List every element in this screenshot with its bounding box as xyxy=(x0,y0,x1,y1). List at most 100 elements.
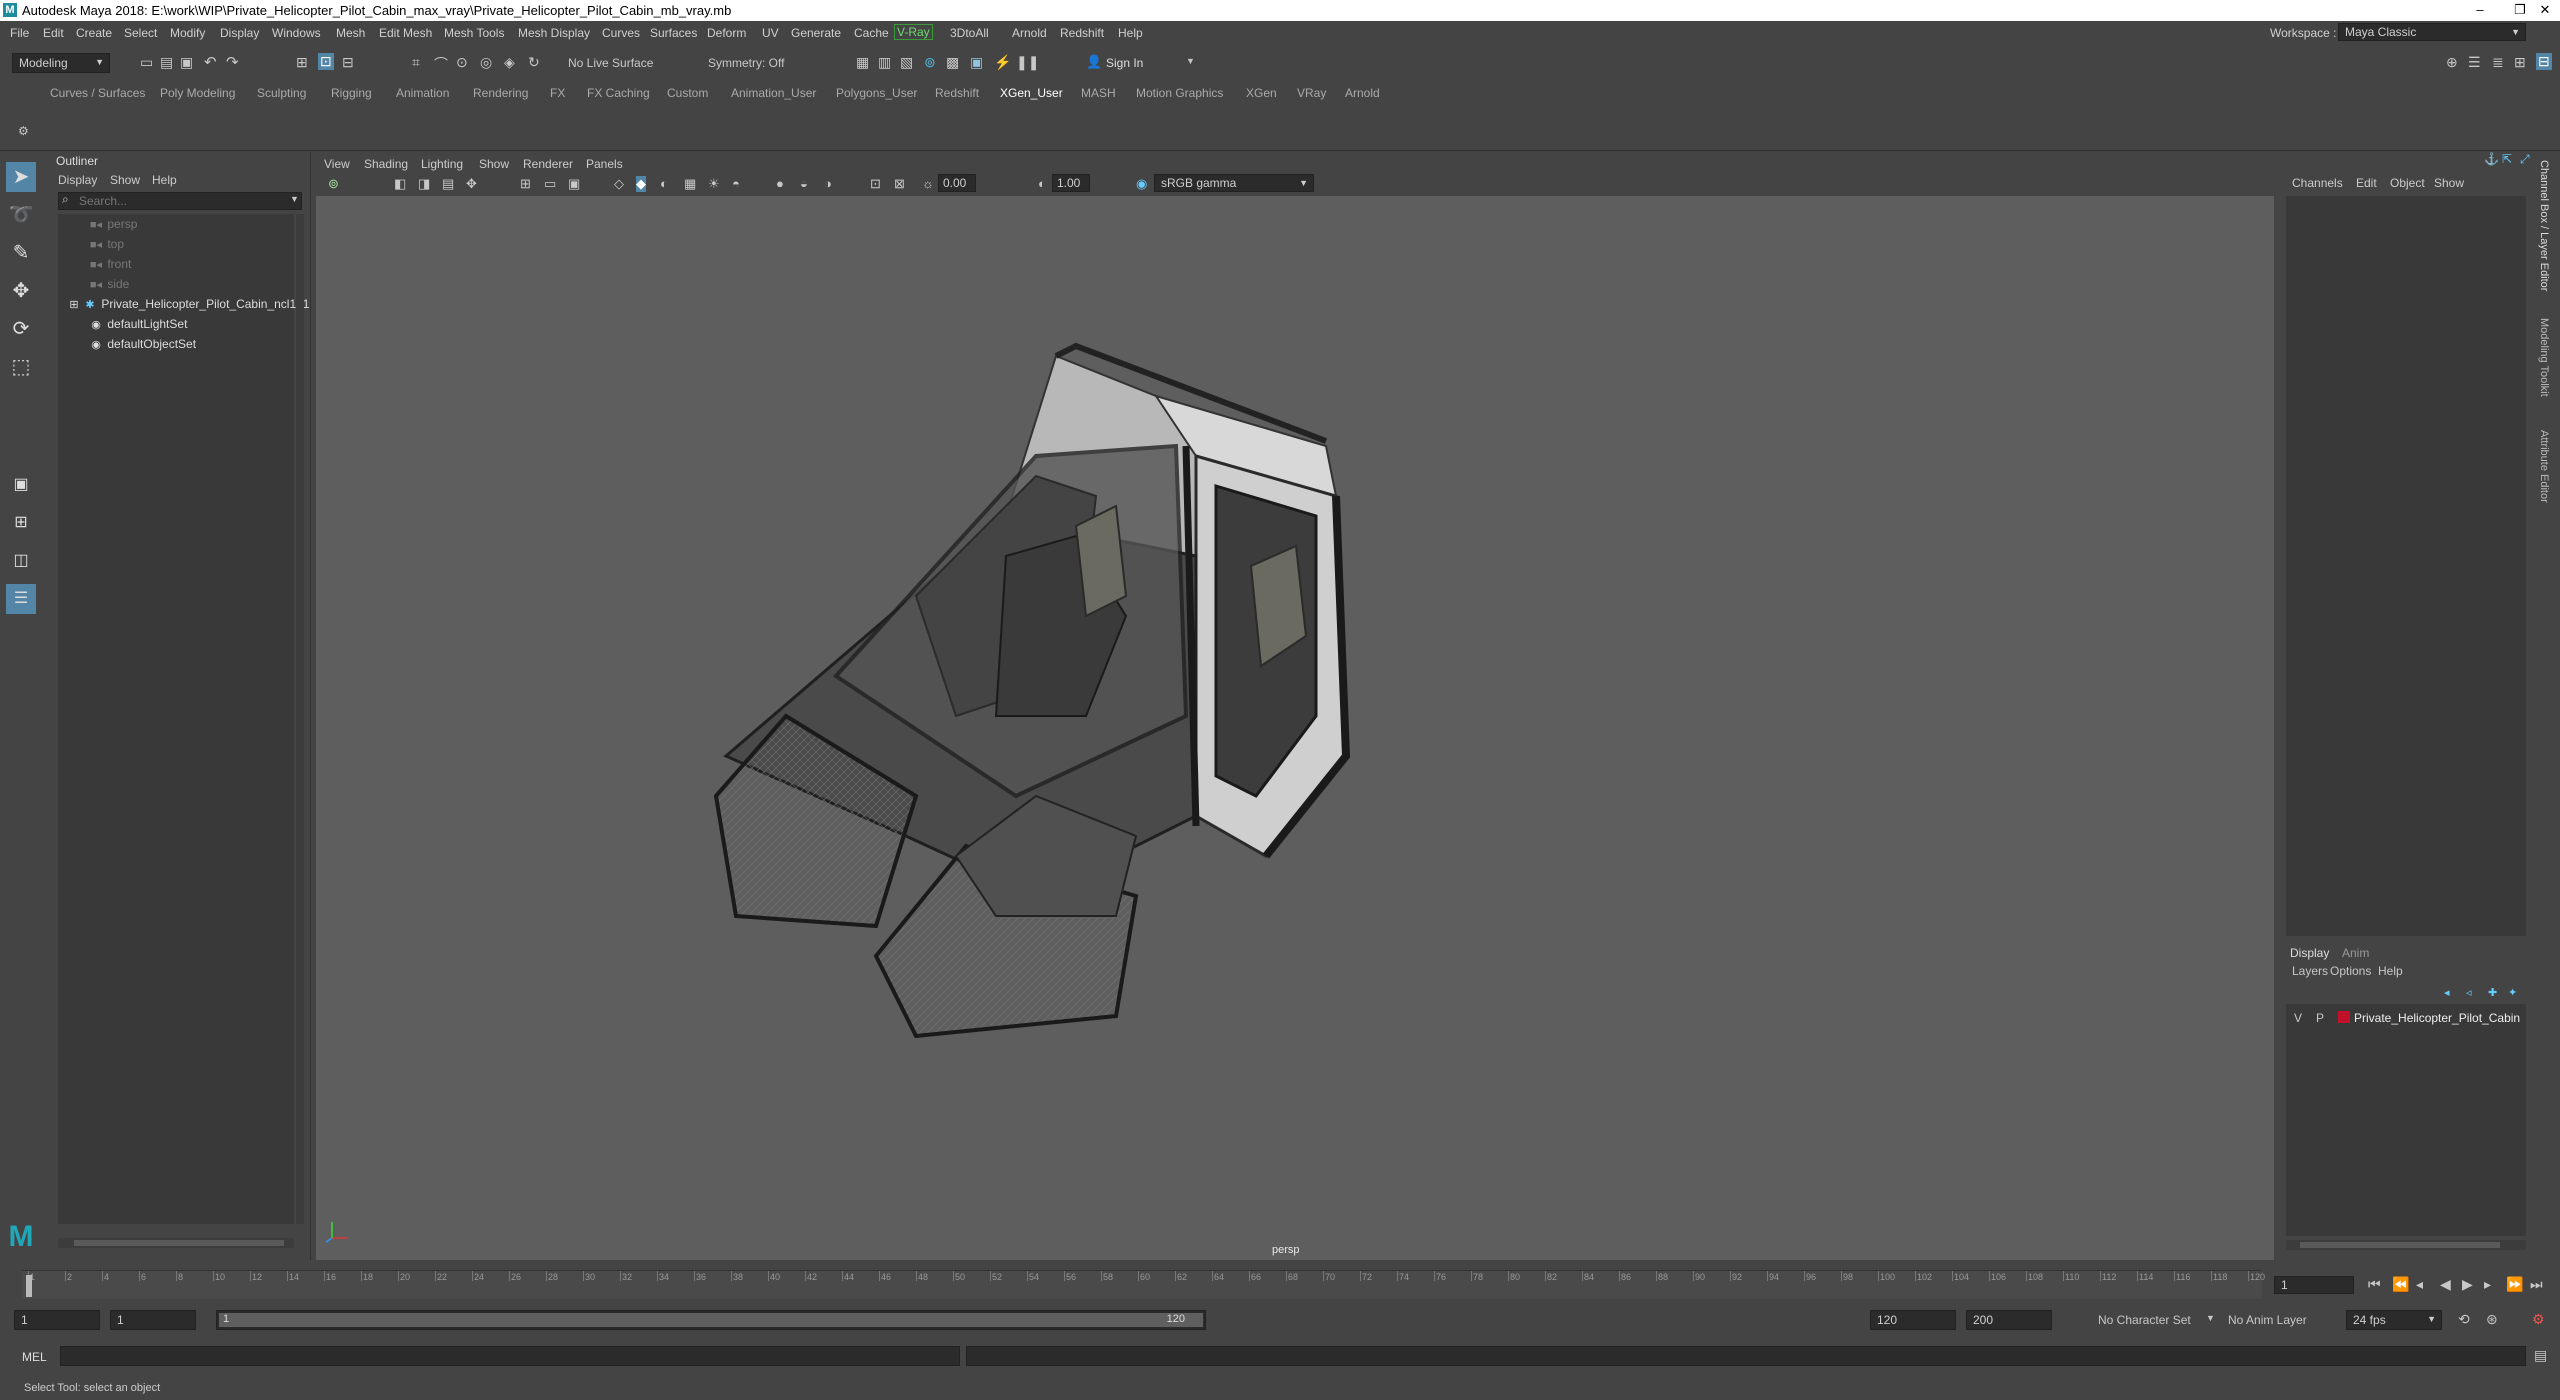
select-tool-icon[interactable]: ➤ xyxy=(6,162,36,192)
modeling-toolkit-icon[interactable]: ⊕ xyxy=(2446,54,2458,71)
select-component-icon[interactable]: ⊟ xyxy=(342,54,354,71)
step-back-frame-icon[interactable]: ◂ xyxy=(2416,1276,2423,1293)
save-scene-icon[interactable]: ▣ xyxy=(180,54,193,71)
shelf-tab-polygons-user[interactable]: Polygons_User xyxy=(836,86,917,100)
shelf-tab-sculpting[interactable]: Sculpting xyxy=(257,86,306,100)
end-time-field[interactable]: 200 xyxy=(1966,1310,2052,1330)
shelf-tab-animation-user[interactable]: Animation_User xyxy=(731,86,816,100)
channel-menu-edit[interactable]: Edit xyxy=(2356,176,2377,190)
layer-name[interactable]: Private_Helicopter_Pilot_Cabin xyxy=(2354,1011,2520,1025)
lasso-tool-icon[interactable]: ➰ xyxy=(6,200,36,230)
rotate-tool-icon[interactable]: ⟳ xyxy=(6,314,36,344)
script-editor-icon[interactable]: ▤ xyxy=(2534,1347,2547,1364)
side-tab-attribute-editor[interactable]: Attribute Editor xyxy=(2538,430,2550,503)
layer-tab-display[interactable]: Display xyxy=(2290,946,2329,960)
vray-ipr-icon[interactable]: ⚡ xyxy=(994,54,1011,71)
move-tool-icon[interactable]: ✥ xyxy=(6,276,36,306)
vray-render-icon[interactable]: ▣ xyxy=(970,54,983,71)
layer-menu-layers[interactable]: Layers xyxy=(2292,964,2328,978)
outliner-menu-display[interactable]: Display xyxy=(58,173,97,187)
menu-surfaces[interactable]: Surfaces xyxy=(650,26,697,40)
new-scene-icon[interactable]: ▭ xyxy=(140,54,153,71)
side-tab-channel-box[interactable]: Channel Box / Layer Editor xyxy=(2538,160,2550,291)
select-hierarchy-icon[interactable]: ⊞ xyxy=(296,54,308,71)
motion-blur-icon[interactable]: ◒ xyxy=(800,176,808,191)
shelf-tab-arnold[interactable]: Arnold xyxy=(1345,86,1380,100)
layer-visibility-toggle[interactable]: V xyxy=(2294,1011,2302,1025)
shelf-tab-rendering[interactable]: Rendering xyxy=(473,86,528,100)
start-time-field[interactable]: 1 xyxy=(14,1310,100,1330)
anti-aliasing-icon[interactable]: ◑ xyxy=(824,176,832,191)
open-scene-icon[interactable]: ▤ xyxy=(160,54,173,71)
menu-generate[interactable]: Generate xyxy=(791,26,841,40)
playback-end-field[interactable]: 120 xyxy=(1870,1310,1956,1330)
snap-point-icon[interactable]: ⊙ xyxy=(456,54,468,71)
isolate-select-icon[interactable]: ⊡ xyxy=(870,176,881,192)
render-sequence-icon[interactable]: ▥ xyxy=(878,54,891,71)
channel-menu-object[interactable]: Object xyxy=(2390,176,2425,190)
chevron-down-icon[interactable]: ▼ xyxy=(1186,56,1195,66)
viewport-menu-shading[interactable]: Shading xyxy=(364,157,408,171)
film-gate-icon[interactable]: ▭ xyxy=(544,176,556,192)
expand-icon[interactable]: ⊞ xyxy=(66,295,82,315)
color-space-select[interactable]: sRGB gamma ▼ xyxy=(1154,174,1314,192)
new-layer-selected-icon[interactable]: ✦ xyxy=(2508,986,2517,999)
four-view-icon[interactable]: ⊞ xyxy=(6,508,36,538)
paint-select-tool-icon[interactable]: ✎ xyxy=(6,238,36,268)
3d-viewport[interactable]: persp xyxy=(316,196,2274,1260)
2d-pan-zoom-icon[interactable]: ✥ xyxy=(466,176,477,192)
exposure-icon[interactable]: ☼ xyxy=(922,176,934,191)
shelf-tab-redshift[interactable]: Redshift xyxy=(935,86,979,100)
range-handle[interactable]: 1 120 xyxy=(219,1313,1203,1327)
shelf-tab-rigging[interactable]: Rigging xyxy=(331,86,372,100)
workspace-select[interactable]: Maya Classic ▼ xyxy=(2338,23,2526,41)
menu-arnold[interactable]: Arnold xyxy=(1012,26,1047,40)
outliner-horizontal-scrollbar[interactable] xyxy=(58,1238,294,1248)
scale-tool-icon[interactable]: ⬚ xyxy=(6,352,36,382)
wireframe-icon[interactable]: ◇ xyxy=(614,176,624,192)
snap-surface-icon[interactable]: ◈ xyxy=(504,54,515,71)
outliner-search-input[interactable]: Search... xyxy=(58,192,302,210)
current-frame-field[interactable]: 1 xyxy=(2274,1276,2354,1294)
menu-help[interactable]: Help xyxy=(1118,26,1143,40)
menu-create[interactable]: Create xyxy=(76,26,112,40)
two-view-icon[interactable]: ◫ xyxy=(6,546,36,576)
channel-menu-show[interactable]: Show xyxy=(2434,176,2464,190)
shelf-settings-icon[interactable]: ⚙ xyxy=(18,124,29,138)
move-layer-up-icon[interactable]: ◂ xyxy=(2444,986,2450,999)
playback-start-field[interactable]: 1 xyxy=(110,1310,196,1330)
menu-uv[interactable]: UV xyxy=(762,26,779,40)
go-to-start-icon[interactable]: ⏮ xyxy=(2368,1276,2381,1293)
outliner-vertical-scrollbar[interactable] xyxy=(296,214,304,1224)
menu-edit[interactable]: Edit xyxy=(43,26,64,40)
ambient-occlusion-icon[interactable]: ● xyxy=(776,176,784,191)
render-settings-icon[interactable]: ⊚ xyxy=(924,54,936,71)
menu-curves[interactable]: Curves xyxy=(602,26,640,40)
camera-attributes-icon[interactable]: ◧ xyxy=(394,176,406,192)
redo-icon[interactable]: ↷ xyxy=(226,53,239,71)
shelf-tab-xgen-user[interactable]: XGen_User xyxy=(1000,86,1063,100)
shelf-tab-poly-modeling[interactable]: Poly Modeling xyxy=(160,86,235,100)
step-forward-frame-icon[interactable]: ▸ xyxy=(2484,1276,2491,1293)
minimize-button[interactable]: – xyxy=(2460,0,2500,21)
menu-mesh[interactable]: Mesh xyxy=(336,26,365,40)
shelf-tab-fx-caching[interactable]: FX Caching xyxy=(587,86,650,100)
shelf-tab-mash[interactable]: MASH xyxy=(1081,86,1116,100)
attribute-editor-icon[interactable]: ☰ xyxy=(2468,54,2481,71)
default-material-icon[interactable]: ◐ xyxy=(660,176,668,191)
menu-vray[interactable]: V-Ray xyxy=(894,24,933,40)
resolution-gate-icon[interactable]: ▣ xyxy=(568,176,580,192)
channel-box-close-icon[interactable]: ⤢ xyxy=(2520,152,2530,167)
layer-menu-help[interactable]: Help xyxy=(2378,964,2403,978)
command-input[interactable] xyxy=(60,1346,960,1366)
viewport-menu-panels[interactable]: Panels xyxy=(586,157,623,171)
range-track[interactable]: 1 120 xyxy=(216,1310,1206,1330)
anim-preferences-icon[interactable]: ⚙ xyxy=(2532,1311,2545,1328)
pause-icon[interactable]: ❚❚ xyxy=(1016,54,1039,71)
step-forward-key-icon[interactable]: ⏩ xyxy=(2506,1276,2523,1293)
menu-mesh-display[interactable]: Mesh Display xyxy=(518,26,590,40)
grid-icon[interactable]: ⊞ xyxy=(520,176,531,192)
time-slider[interactable]: 1 2 4 6 8 10 12 14 16 18 20 22 24 26 28 30 32 34 36 38 40 42 4… xyxy=(0,1268,2560,1306)
gamma-field[interactable]: 1.00 xyxy=(1052,174,1090,192)
mode-select[interactable]: Modeling ▼ xyxy=(12,53,110,73)
